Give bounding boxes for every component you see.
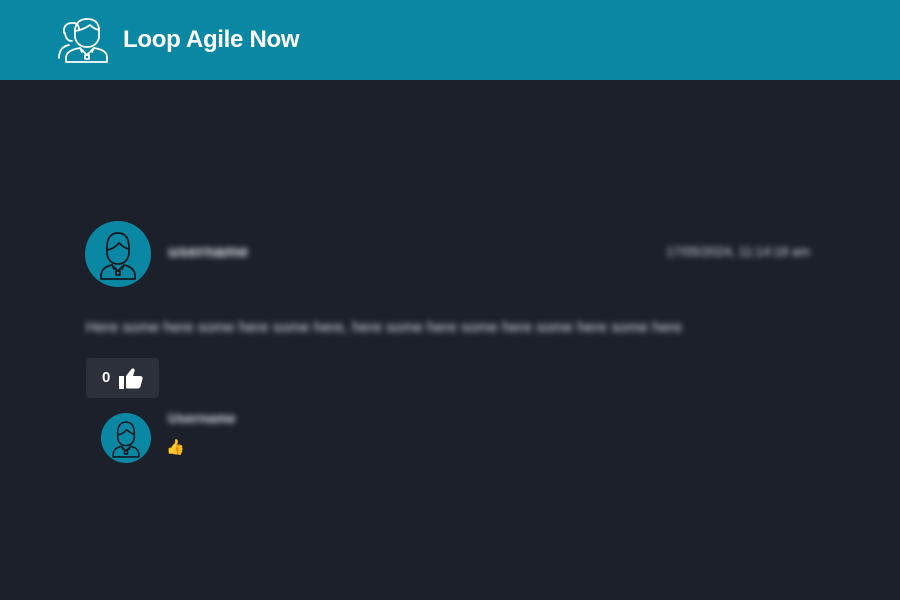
reply-author[interactable]: Username xyxy=(168,409,236,427)
thumbs-up-icon xyxy=(119,368,143,389)
like-count: 0 xyxy=(102,369,111,386)
post-body: Here some here some here some here, here… xyxy=(86,319,683,336)
top-bar: Loop Agile Now xyxy=(0,0,900,80)
reply-text: 👍 xyxy=(166,439,185,456)
author-avatar[interactable] xyxy=(85,221,151,287)
user-icon xyxy=(100,232,136,280)
users-icon xyxy=(58,18,108,63)
app-title: Loop Agile Now xyxy=(123,26,300,53)
user-icon xyxy=(112,421,140,458)
reply-avatar[interactable] xyxy=(101,413,151,463)
post-author[interactable]: username xyxy=(168,241,248,263)
post-timestamp: 17/05/2024, 11:14:18 am xyxy=(666,244,810,259)
like-button[interactable]: 0 xyxy=(86,358,159,398)
